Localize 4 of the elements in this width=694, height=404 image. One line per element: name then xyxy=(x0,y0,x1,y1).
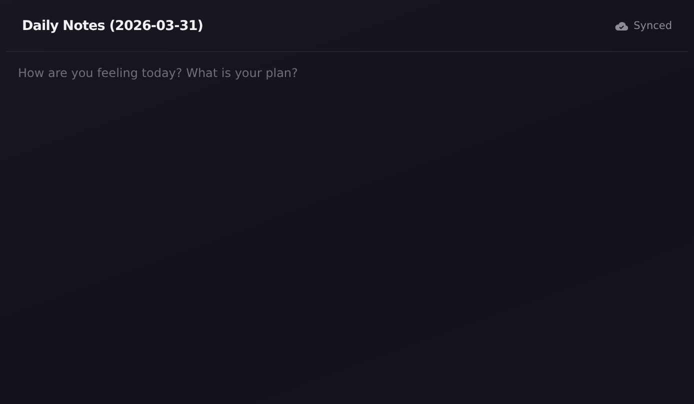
sync-status: Synced xyxy=(634,20,672,32)
note-editor[interactable]: How are you feeling today? What is your plan? xyxy=(0,52,694,404)
note-title: Daily Notes (2026-03-31) xyxy=(22,18,204,34)
cloud-check-icon xyxy=(614,20,628,30)
